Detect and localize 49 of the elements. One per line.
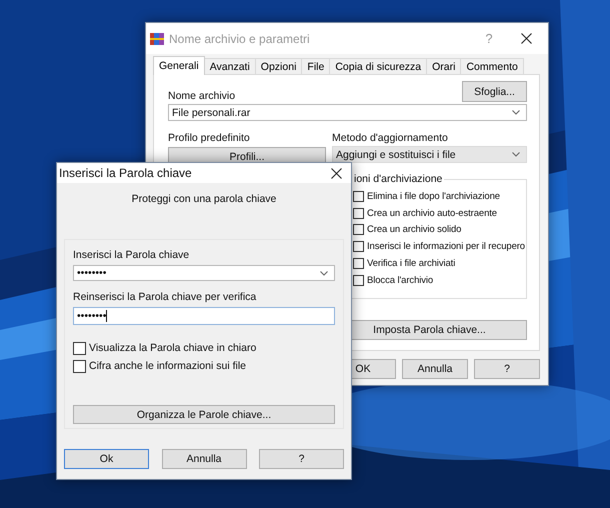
dialog-subtitle: Proteggi con una parola chiave xyxy=(132,193,276,207)
tab[interactable]: Copia di sicurezza xyxy=(329,58,428,74)
checkbox[interactable] xyxy=(73,342,86,354)
option-label: Crea un archivio solido xyxy=(367,224,462,236)
option-label: Verifica i file archiviati xyxy=(367,258,456,270)
dialog-button[interactable]: ? xyxy=(259,449,344,469)
dialog-button[interactable]: Ok xyxy=(64,449,149,469)
checkbox[interactable] xyxy=(353,190,364,202)
chevron-down-icon xyxy=(512,110,520,115)
field-label: Profilo predefinito xyxy=(168,132,251,144)
chevron-down-icon xyxy=(512,152,520,157)
password-field[interactable]: •••••••• xyxy=(73,265,335,281)
group-label: ioni d'archiviazione xyxy=(352,173,444,185)
option-label: Inserisci le informazioni per il recupero xyxy=(367,241,525,252)
browse-button[interactable]: Sfoglia... xyxy=(462,81,527,102)
field-label: Reinserisci la Parola chiave per verifica xyxy=(73,291,258,303)
dialog-button[interactable]: Annulla xyxy=(162,449,246,469)
dialog-button[interactable]: Annulla xyxy=(402,359,468,379)
tab[interactable]: File xyxy=(301,58,330,74)
window-title: Inserisci la Parola chiave xyxy=(59,166,192,180)
organize-passwords-button[interactable]: Organizza le Parole chiave... xyxy=(73,405,335,424)
archive-name-field[interactable]: File personali.rar xyxy=(168,104,527,121)
checkbox[interactable] xyxy=(353,258,364,270)
checkbox[interactable] xyxy=(73,360,86,372)
tab[interactable]: Opzioni xyxy=(254,58,302,74)
dialog-button[interactable]: ? xyxy=(474,359,540,379)
checkbox[interactable] xyxy=(353,274,364,286)
tab[interactable]: Commento xyxy=(460,58,524,74)
close-icon[interactable] xyxy=(521,33,532,44)
option-label: Cifra anche le informazioni sui file xyxy=(89,360,246,372)
option-label: Elimina i file dopo l'archiviazione xyxy=(367,190,500,202)
option-label: Blocca l'archivio xyxy=(367,274,434,286)
field-label: Metodo d'aggiornamento xyxy=(332,132,449,144)
close-icon[interactable] xyxy=(331,168,342,178)
checkbox[interactable] xyxy=(353,208,364,219)
checkbox[interactable] xyxy=(353,224,364,236)
tab[interactable]: Generali xyxy=(153,56,205,75)
tab[interactable]: Orari xyxy=(426,58,462,74)
tab[interactable]: Avanzati xyxy=(204,58,256,74)
chevron-down-icon xyxy=(320,270,328,276)
checkbox[interactable] xyxy=(353,241,364,252)
update-method-dropdown[interactable]: Aggiungi e sostituisci i file xyxy=(332,146,527,163)
password-field[interactable]: •••••••• xyxy=(73,307,335,325)
option-label: Visualizza la Parola chiave in chiaro xyxy=(89,342,256,354)
field-label: Inserisci la Parola chiave xyxy=(73,249,190,261)
option-label: Crea un archivio auto-estraente xyxy=(367,208,497,219)
window-title: Nome archivio e parametri xyxy=(169,32,310,46)
field-label: Nome archivio xyxy=(168,90,236,102)
books-icon xyxy=(150,32,164,44)
